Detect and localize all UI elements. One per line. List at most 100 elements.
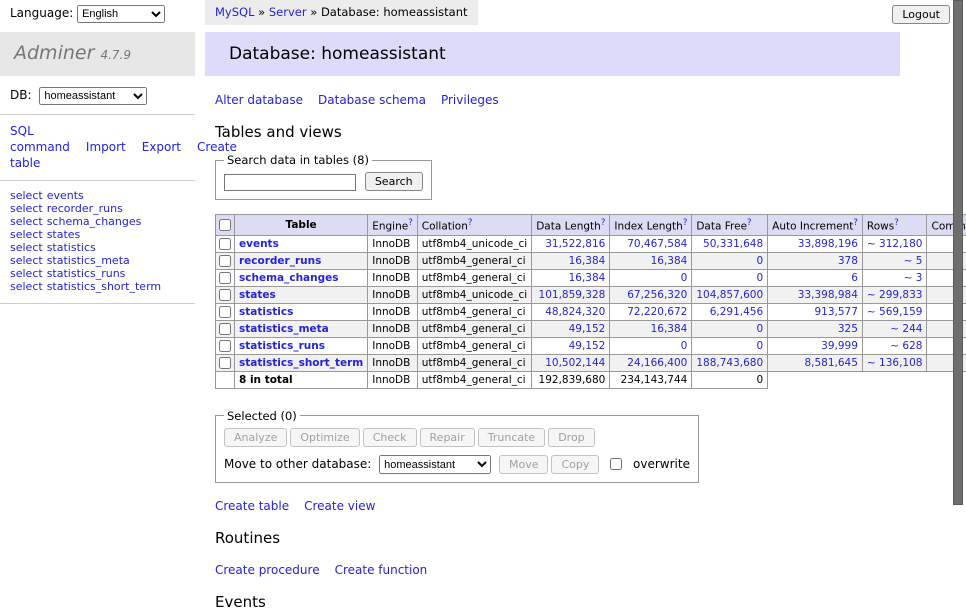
cell-index-length-link[interactable]: 16,384 [651, 255, 688, 267]
table-link-schema-changes[interactable]: schema_changes [47, 215, 142, 228]
cell-data-length-link[interactable]: 49,152 [569, 340, 606, 352]
search-button[interactable]: Search [365, 172, 423, 191]
select-link-statistics-runs[interactable]: select [10, 267, 43, 280]
table-link-statistics-meta[interactable]: statistics_meta [47, 254, 130, 267]
select-link-schema-changes[interactable]: select [10, 215, 43, 228]
breadcrumb-link-mysql[interactable]: MySQL [215, 5, 255, 19]
cell-auto-increment-link[interactable]: 39,999 [821, 340, 858, 352]
cell-data-free-link[interactable]: 0 [756, 255, 763, 267]
cell-data-length-link[interactable]: 49,152 [569, 323, 606, 335]
drop-button[interactable]: Drop [548, 428, 594, 447]
logout-button[interactable]: Logout [892, 5, 950, 24]
cell-rows-link[interactable]: ~ 628 [890, 340, 922, 352]
link-alter-database[interactable]: Alter database [215, 93, 303, 107]
link-create-procedure[interactable]: Create procedure [215, 563, 320, 577]
cell-index-length-link[interactable]: 67,256,320 [627, 289, 687, 301]
table-link-statistics-meta[interactable]: statistics_meta [239, 323, 329, 335]
cell-index-length-link[interactable]: 70,467,584 [627, 238, 687, 250]
select-link-statistics[interactable]: select [10, 241, 43, 254]
table-link-events[interactable]: events [239, 238, 279, 250]
select-link-states[interactable]: select [10, 228, 43, 241]
table-link-statistics-short-term[interactable]: statistics_short_term [47, 280, 161, 293]
row-checkbox-statistics-meta[interactable] [219, 323, 231, 335]
table-link-statistics-short-term[interactable]: statistics_short_term [239, 357, 363, 369]
sidebar-link-sql-command[interactable]: SQL command [10, 124, 70, 154]
cell-index-length-link[interactable]: 16,384 [651, 323, 688, 335]
cell-rows-link[interactable]: ~ 312,180 [867, 238, 923, 250]
sidebar-link-import[interactable]: Import [86, 140, 126, 154]
cell-rows-link[interactable]: ~ 136,108 [867, 357, 923, 369]
cell-rows-link[interactable]: ~ 5 [904, 255, 923, 267]
select-all-checkbox[interactable] [219, 219, 231, 231]
overwrite-label[interactable]: overwrite [633, 457, 690, 471]
cell-data-free-link[interactable]: 0 [756, 323, 763, 335]
cell-rows-link[interactable]: ~ 244 [890, 323, 922, 335]
select-link-statistics-short-term[interactable]: select [10, 280, 43, 293]
cell-data-length-link[interactable]: 10,502,144 [545, 357, 605, 369]
cell-data-length-link[interactable]: 101,859,328 [539, 289, 606, 301]
cell-rows-link[interactable]: ~ 569,159 [867, 306, 923, 318]
cell-auto-increment-link[interactable]: 913,577 [815, 306, 858, 318]
row-checkbox-statistics[interactable] [219, 306, 231, 318]
cell-index-length-link[interactable]: 24,166,400 [627, 357, 687, 369]
analyze-button[interactable]: Analyze [224, 428, 287, 447]
help-link-collation[interactable]: ? [468, 218, 473, 228]
table-link-statistics-runs[interactable]: statistics_runs [239, 340, 325, 352]
cell-data-length-link[interactable]: 48,824,320 [545, 306, 605, 318]
cell-data-length-link[interactable]: 16,384 [569, 272, 606, 284]
table-link-schema-changes[interactable]: schema_changes [239, 272, 339, 284]
sidebar-link-export[interactable]: Export [142, 140, 181, 154]
link-create-table[interactable]: Create table [215, 499, 289, 513]
table-link-statistics[interactable]: statistics [239, 306, 293, 318]
move-database-select[interactable]: homeassistant [379, 455, 491, 474]
search-input[interactable] [224, 174, 356, 191]
cell-data-free-link[interactable]: 0 [756, 272, 763, 284]
table-link-events[interactable]: events [47, 189, 84, 202]
cell-index-length-link[interactable]: 72,220,672 [627, 306, 687, 318]
table-link-states[interactable]: states [47, 228, 81, 241]
cell-auto-increment-link[interactable]: 325 [838, 323, 858, 335]
table-link-statistics[interactable]: statistics [47, 241, 96, 254]
cell-data-length-link[interactable]: 31,522,816 [545, 238, 605, 250]
link-create-view[interactable]: Create view [304, 499, 375, 513]
row-checkbox-statistics-short-term[interactable] [219, 357, 231, 369]
table-link-recorder-runs[interactable]: recorder_runs [239, 255, 321, 267]
cell-index-length-link[interactable]: 0 [681, 340, 688, 352]
row-checkbox-schema-changes[interactable] [219, 272, 231, 284]
cell-data-free-link[interactable]: 0 [756, 340, 763, 352]
cell-data-free-link[interactable]: 50,331,648 [703, 238, 763, 250]
cell-data-free-link[interactable]: 104,857,600 [696, 289, 763, 301]
truncate-button[interactable]: Truncate [478, 428, 545, 447]
overwrite-checkbox[interactable] [610, 458, 622, 470]
row-checkbox-statistics-runs[interactable] [219, 340, 231, 352]
cell-auto-increment-link[interactable]: 33,398,984 [798, 289, 858, 301]
row-checkbox-events[interactable] [219, 238, 231, 250]
cell-auto-increment-link[interactable]: 378 [838, 255, 858, 267]
row-checkbox-recorder-runs[interactable] [219, 255, 231, 267]
cell-auto-increment-link[interactable]: 33,898,196 [798, 238, 858, 250]
scrollbar-thumb[interactable] [953, 0, 963, 505]
cell-data-length-link[interactable]: 16,384 [569, 255, 606, 267]
row-checkbox-states[interactable] [219, 289, 231, 301]
help-link-data-length[interactable]: ? [601, 218, 606, 228]
db-select[interactable]: homeassistant [39, 87, 147, 105]
cell-rows-link[interactable]: ~ 299,833 [867, 289, 923, 301]
optimize-button[interactable]: Optimize [290, 428, 359, 447]
help-link-auto-increment[interactable]: ? [853, 218, 858, 228]
select-link-recorder-runs[interactable]: select [10, 202, 43, 215]
cell-data-free-link[interactable]: 6,291,456 [710, 306, 763, 318]
move-button[interactable]: Move [499, 455, 549, 474]
help-link-data-free[interactable]: ? [747, 218, 752, 228]
cell-index-length-link[interactable]: 0 [681, 272, 688, 284]
help-link-engine[interactable]: ? [408, 218, 413, 228]
help-link-rows[interactable]: ? [894, 218, 899, 228]
table-link-recorder-runs[interactable]: recorder_runs [47, 202, 123, 215]
adminer-logo-link[interactable]: Adminer [14, 42, 94, 64]
language-select[interactable]: English [77, 5, 165, 23]
help-link-index-length[interactable]: ? [683, 218, 688, 228]
select-link-statistics-meta[interactable]: select [10, 254, 43, 267]
table-link-statistics-runs[interactable]: statistics_runs [47, 267, 126, 280]
check-button[interactable]: Check [363, 428, 417, 447]
repair-button[interactable]: Repair [420, 428, 475, 447]
cell-auto-increment-link[interactable]: 6 [851, 272, 858, 284]
